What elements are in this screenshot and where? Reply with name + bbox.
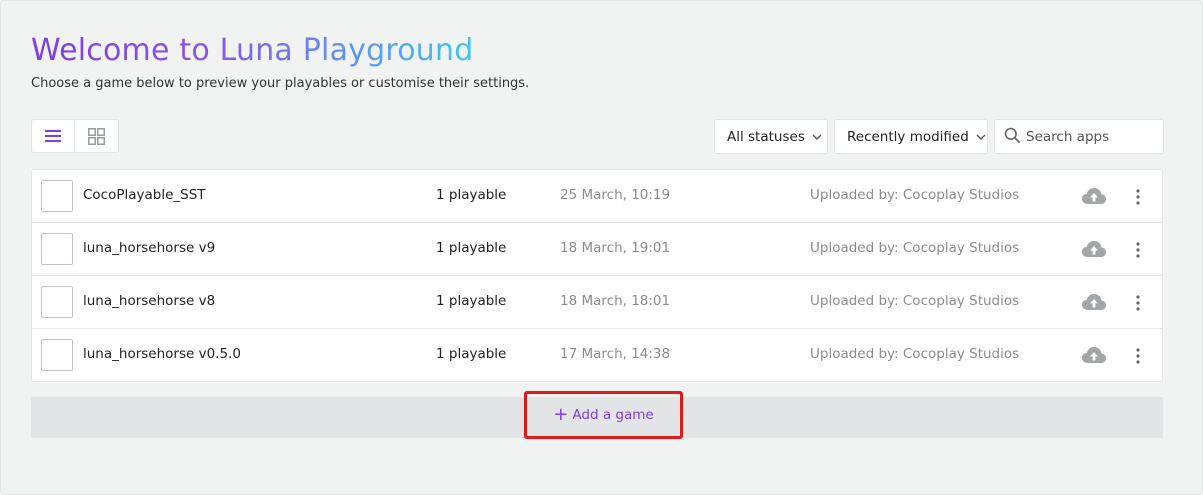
game-name: luna_horsehorse v0.5.0 <box>83 346 241 362</box>
playable-count: 1 playable <box>436 293 507 309</box>
cloud-upload-icon[interactable] <box>1081 185 1107 207</box>
list-view-button[interactable] <box>32 120 76 152</box>
table-row[interactable]: luna_horsehorse v9 1 playable 18 March, … <box>32 223 1162 276</box>
list-icon <box>45 130 61 142</box>
table-row[interactable]: luna_horsehorse v8 1 playable 18 March, … <box>32 276 1162 329</box>
game-date: 25 March, 10:19 <box>560 187 671 203</box>
more-vertical-icon[interactable] <box>1128 184 1148 210</box>
game-date: 18 March, 18:01 <box>560 293 671 309</box>
grid-view-button[interactable] <box>75 120 118 152</box>
game-thumbnail <box>41 286 73 318</box>
game-thumbnail <box>41 233 73 265</box>
cloud-upload-icon[interactable] <box>1081 238 1107 260</box>
uploaded-by: Uploaded by: Cocoplay Studios <box>810 346 1020 362</box>
games-list: CocoPlayable_SST 1 playable 25 March, 10… <box>31 169 1163 382</box>
uploaded-by: Uploaded by: Cocoplay Studios <box>810 240 1020 256</box>
uploaded-by: Uploaded by: Cocoplay Studios <box>810 187 1020 203</box>
table-row[interactable]: CocoPlayable_SST 1 playable 25 March, 10… <box>32 170 1162 223</box>
view-toggle <box>31 119 119 153</box>
game-thumbnail <box>41 180 73 212</box>
playable-count: 1 playable <box>436 187 507 203</box>
chevron-down-icon <box>976 134 986 140</box>
game-date: 18 March, 19:01 <box>560 240 671 256</box>
status-filter-label: All statuses <box>727 128 805 145</box>
search-input[interactable] <box>1026 128 1156 145</box>
more-vertical-icon[interactable] <box>1128 290 1148 316</box>
uploaded-by: Uploaded by: Cocoplay Studios <box>810 293 1020 309</box>
chevron-down-icon <box>812 134 822 140</box>
game-thumbnail <box>41 339 73 371</box>
sort-dropdown[interactable]: Recently modified <box>834 119 988 154</box>
playable-count: 1 playable <box>436 240 507 256</box>
more-vertical-icon[interactable] <box>1128 237 1148 263</box>
plus-icon: + <box>553 404 569 425</box>
search-box <box>994 119 1164 154</box>
table-row[interactable]: luna_horsehorse v0.5.0 1 playable 17 Mar… <box>32 329 1162 382</box>
add-game-button[interactable]: + Add a game <box>524 391 683 439</box>
cloud-upload-icon[interactable] <box>1081 344 1107 366</box>
game-name: luna_horsehorse v9 <box>83 240 216 256</box>
game-name: CocoPlayable_SST <box>83 187 206 203</box>
page-title: Welcome to Luna Playground <box>31 33 474 68</box>
more-vertical-icon[interactable] <box>1128 343 1148 369</box>
grid-icon <box>88 127 105 145</box>
page-subtitle: Choose a game below to preview your play… <box>31 76 530 91</box>
sort-label: Recently modified <box>847 128 969 145</box>
cloud-upload-icon[interactable] <box>1081 291 1107 313</box>
playground-page: Welcome to Luna Playground Choose a game… <box>0 0 1203 495</box>
add-game-label: Add a game <box>572 407 654 423</box>
game-date: 17 March, 14:38 <box>560 346 671 362</box>
playable-count: 1 playable <box>436 346 507 362</box>
status-filter-dropdown[interactable]: All statuses <box>714 119 828 154</box>
game-name: luna_horsehorse v8 <box>83 293 216 309</box>
search-icon <box>1004 127 1020 147</box>
